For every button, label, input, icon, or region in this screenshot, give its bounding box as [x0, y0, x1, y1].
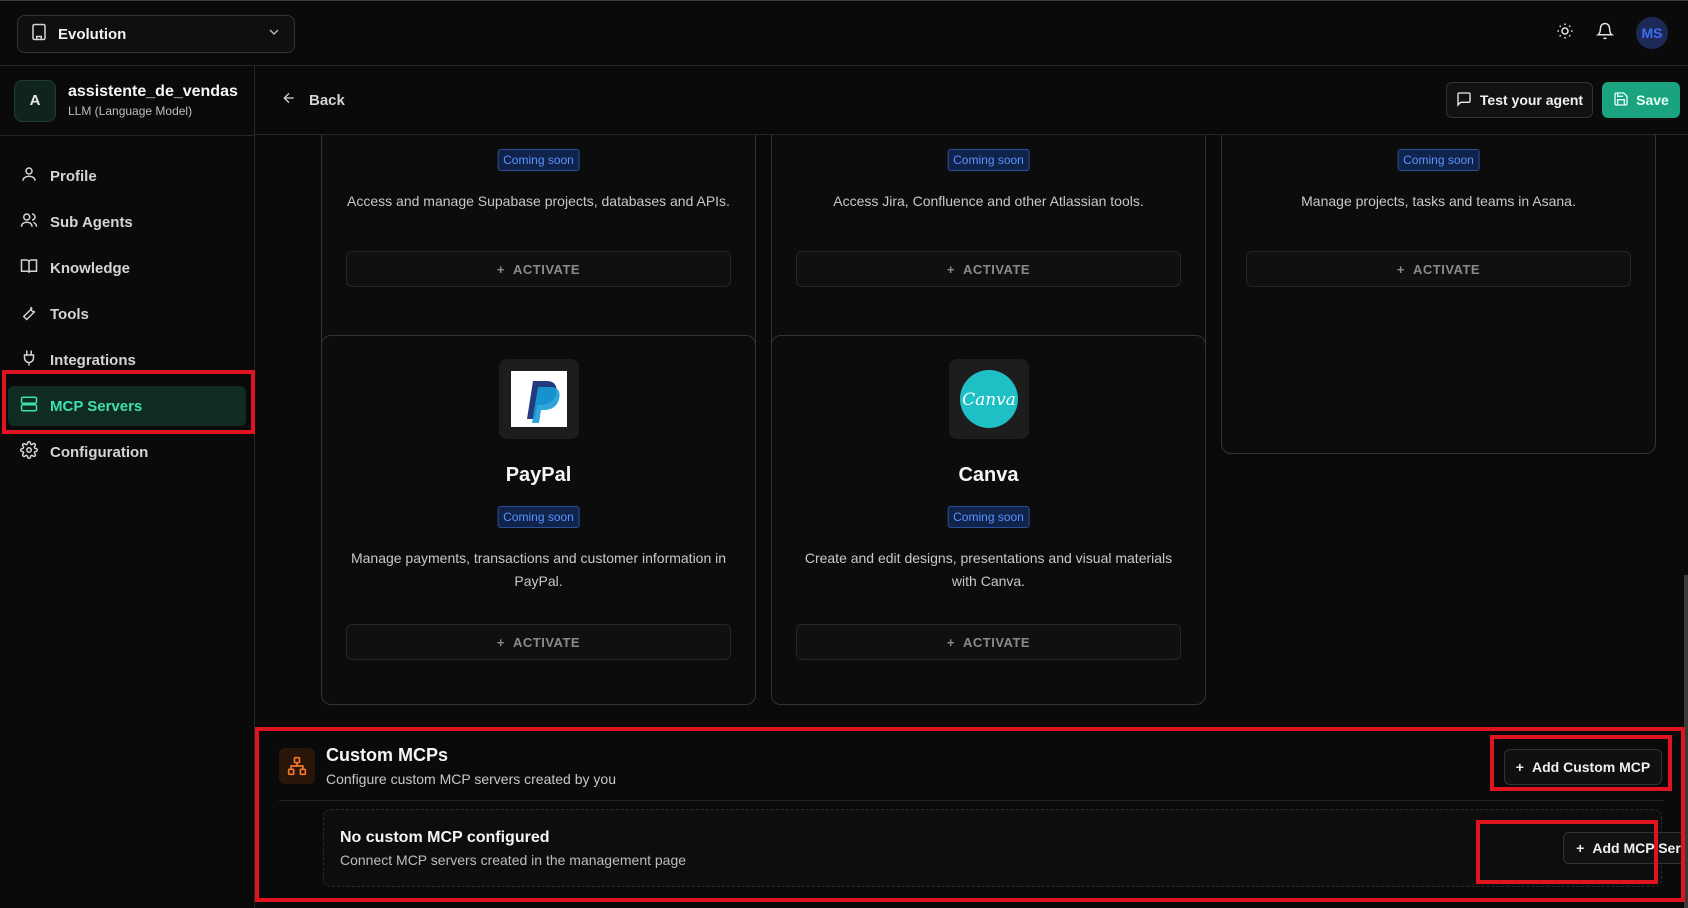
activate-label: ACTIVATE: [1413, 261, 1481, 277]
back-button[interactable]: Back: [281, 90, 345, 110]
agent-name: assistente_de_vendas: [68, 83, 238, 100]
sidebar-item-profile[interactable]: Profile: [8, 156, 246, 196]
card-description: Manage projects, tasks and teams in Asan…: [1301, 193, 1576, 209]
plus-icon: +: [1576, 840, 1585, 856]
back-label: Back: [309, 91, 345, 109]
empty-state-subtitle: Connect MCP servers created in the manag…: [340, 852, 687, 868]
activate-label: ACTIVATE: [963, 261, 1031, 277]
scrollbar[interactable]: [1684, 575, 1688, 908]
agent-type: LLM (Language Model): [68, 104, 193, 118]
plus-icon: +: [496, 634, 505, 650]
server-icon: [20, 395, 38, 417]
agent-avatar: A: [14, 79, 56, 122]
sidebar-item-label: Configuration: [50, 443, 149, 461]
plus-icon: +: [496, 261, 505, 277]
sidebar-item-configuration[interactable]: Configuration: [8, 432, 246, 472]
custom-mcps-subtitle: Configure custom MCP servers created by …: [326, 771, 616, 787]
building-icon: [30, 23, 48, 45]
card-title: PayPal: [505, 464, 572, 486]
plus-icon: +: [1515, 759, 1524, 775]
sidebar-item-label: Tools: [50, 305, 89, 323]
custom-mcps-section: Custom MCPs Configure custom MCP servers…: [255, 728, 1688, 908]
workspace-name: Evolution: [58, 25, 127, 43]
save-button[interactable]: Save: [1602, 82, 1680, 118]
add-custom-mcp-label: Add Custom MCP: [1531, 759, 1651, 775]
sidebar: A assistente_de_vendas LLM (Language Mod…: [0, 66, 255, 908]
sidebar-item-knowledge[interactable]: Knowledge: [8, 248, 246, 288]
mcp-card-asana: Coming soon Manage projects, tasks and t…: [1221, 135, 1656, 454]
custom-mcps-title: Custom MCPs: [326, 745, 449, 765]
test-agent-label: Test your agent: [1479, 92, 1584, 108]
message-square-icon: [1456, 91, 1472, 110]
plug-icon: [20, 349, 38, 371]
mcp-servers-content: Coming soon Access and manage Supabase p…: [255, 135, 1688, 908]
add-mcp-server-button[interactable]: + Add MCP Server: [1563, 832, 1688, 864]
bell-icon[interactable]: [1595, 22, 1615, 45]
wrench-icon: [20, 303, 38, 325]
activate-label: ACTIVATE: [513, 634, 581, 650]
section-divider: [279, 800, 1664, 801]
book-icon: [20, 257, 38, 279]
activate-label: ACTIVATE: [963, 634, 1031, 650]
test-agent-button[interactable]: Test your agent: [1446, 82, 1593, 118]
coming-soon-badge: Coming soon: [1397, 149, 1480, 171]
chevron-down-icon: [266, 24, 282, 44]
add-custom-mcp-button[interactable]: + Add Custom MCP: [1504, 749, 1662, 785]
user-avatar[interactable]: MS: [1636, 17, 1668, 49]
card-description: Access and manage Supabase projects, dat…: [347, 193, 730, 209]
canva-logo-container: Canva: [948, 359, 1029, 439]
card-description: Create and edit designs, presentations a…: [804, 550, 1173, 589]
top-bar: Evolution MS: [0, 0, 1688, 66]
empty-state: No custom MCP configured Connect MCP ser…: [323, 809, 1688, 887]
paypal-logo: [510, 371, 567, 427]
mcp-card-canva: Canva Canva Coming soon Create and edit …: [771, 335, 1206, 705]
canva-logo-text: Canva: [962, 390, 1016, 410]
sidebar-item-label: Knowledge: [50, 259, 131, 277]
activate-button[interactable]: + ACTIVATE: [1246, 251, 1631, 287]
users-icon: [20, 211, 38, 233]
save-icon: [1613, 91, 1629, 110]
sidebar-item-label: Profile: [50, 167, 97, 185]
sidebar-item-integrations[interactable]: Integrations: [8, 340, 246, 380]
card-description: Manage payments, transactions and custom…: [350, 550, 727, 589]
add-mcp-server-label: Add MCP Server: [1592, 840, 1688, 856]
activate-label: ACTIVATE: [513, 261, 581, 277]
activate-button[interactable]: + ACTIVATE: [796, 251, 1181, 287]
user-icon: [20, 165, 38, 187]
plus-icon: +: [946, 261, 955, 277]
sun-icon[interactable]: [1556, 22, 1574, 45]
activate-button[interactable]: + ACTIVATE: [796, 624, 1181, 660]
mcp-card-paypal: PayPal Coming soon Manage payments, tran…: [321, 335, 756, 705]
coming-soon-badge: Coming soon: [947, 149, 1030, 171]
card-description: Access Jira, Confluence and other Atlass…: [833, 193, 1144, 209]
arrow-left-icon: [281, 90, 297, 110]
sidebar-item-label: Sub Agents: [50, 213, 133, 231]
empty-state-title: No custom MCP configured: [340, 829, 550, 846]
workspace-selector[interactable]: Evolution: [17, 15, 295, 53]
save-label: Save: [1636, 92, 1669, 108]
sidebar-item-label: Integrations: [50, 351, 136, 369]
sidebar-nav: Profile Sub Agents Knowledge Tools Integ…: [0, 136, 254, 472]
coming-soon-badge: Coming soon: [497, 506, 580, 528]
activate-button[interactable]: + ACTIVATE: [346, 624, 731, 660]
sidebar-item-tools[interactable]: Tools: [8, 294, 246, 334]
agent-header: A assistente_de_vendas LLM (Language Mod…: [0, 66, 254, 136]
plus-icon: +: [1396, 261, 1405, 277]
coming-soon-badge: Coming soon: [947, 506, 1030, 528]
coming-soon-badge: Coming soon: [497, 149, 580, 171]
agent-editor-header: Back Test your agent Save: [255, 66, 1688, 135]
gear-icon: [20, 441, 38, 463]
canva-logo: Canva: [959, 370, 1018, 428]
activate-button[interactable]: + ACTIVATE: [346, 251, 731, 287]
sidebar-item-mcp-servers[interactable]: MCP Servers: [8, 386, 246, 426]
sidebar-item-label: MCP Servers: [50, 397, 143, 415]
network-icon: [279, 748, 315, 784]
sidebar-item-sub-agents[interactable]: Sub Agents: [8, 202, 246, 242]
plus-icon: +: [946, 634, 955, 650]
paypal-logo-container: [498, 359, 579, 439]
card-title: Canva: [958, 464, 1019, 486]
